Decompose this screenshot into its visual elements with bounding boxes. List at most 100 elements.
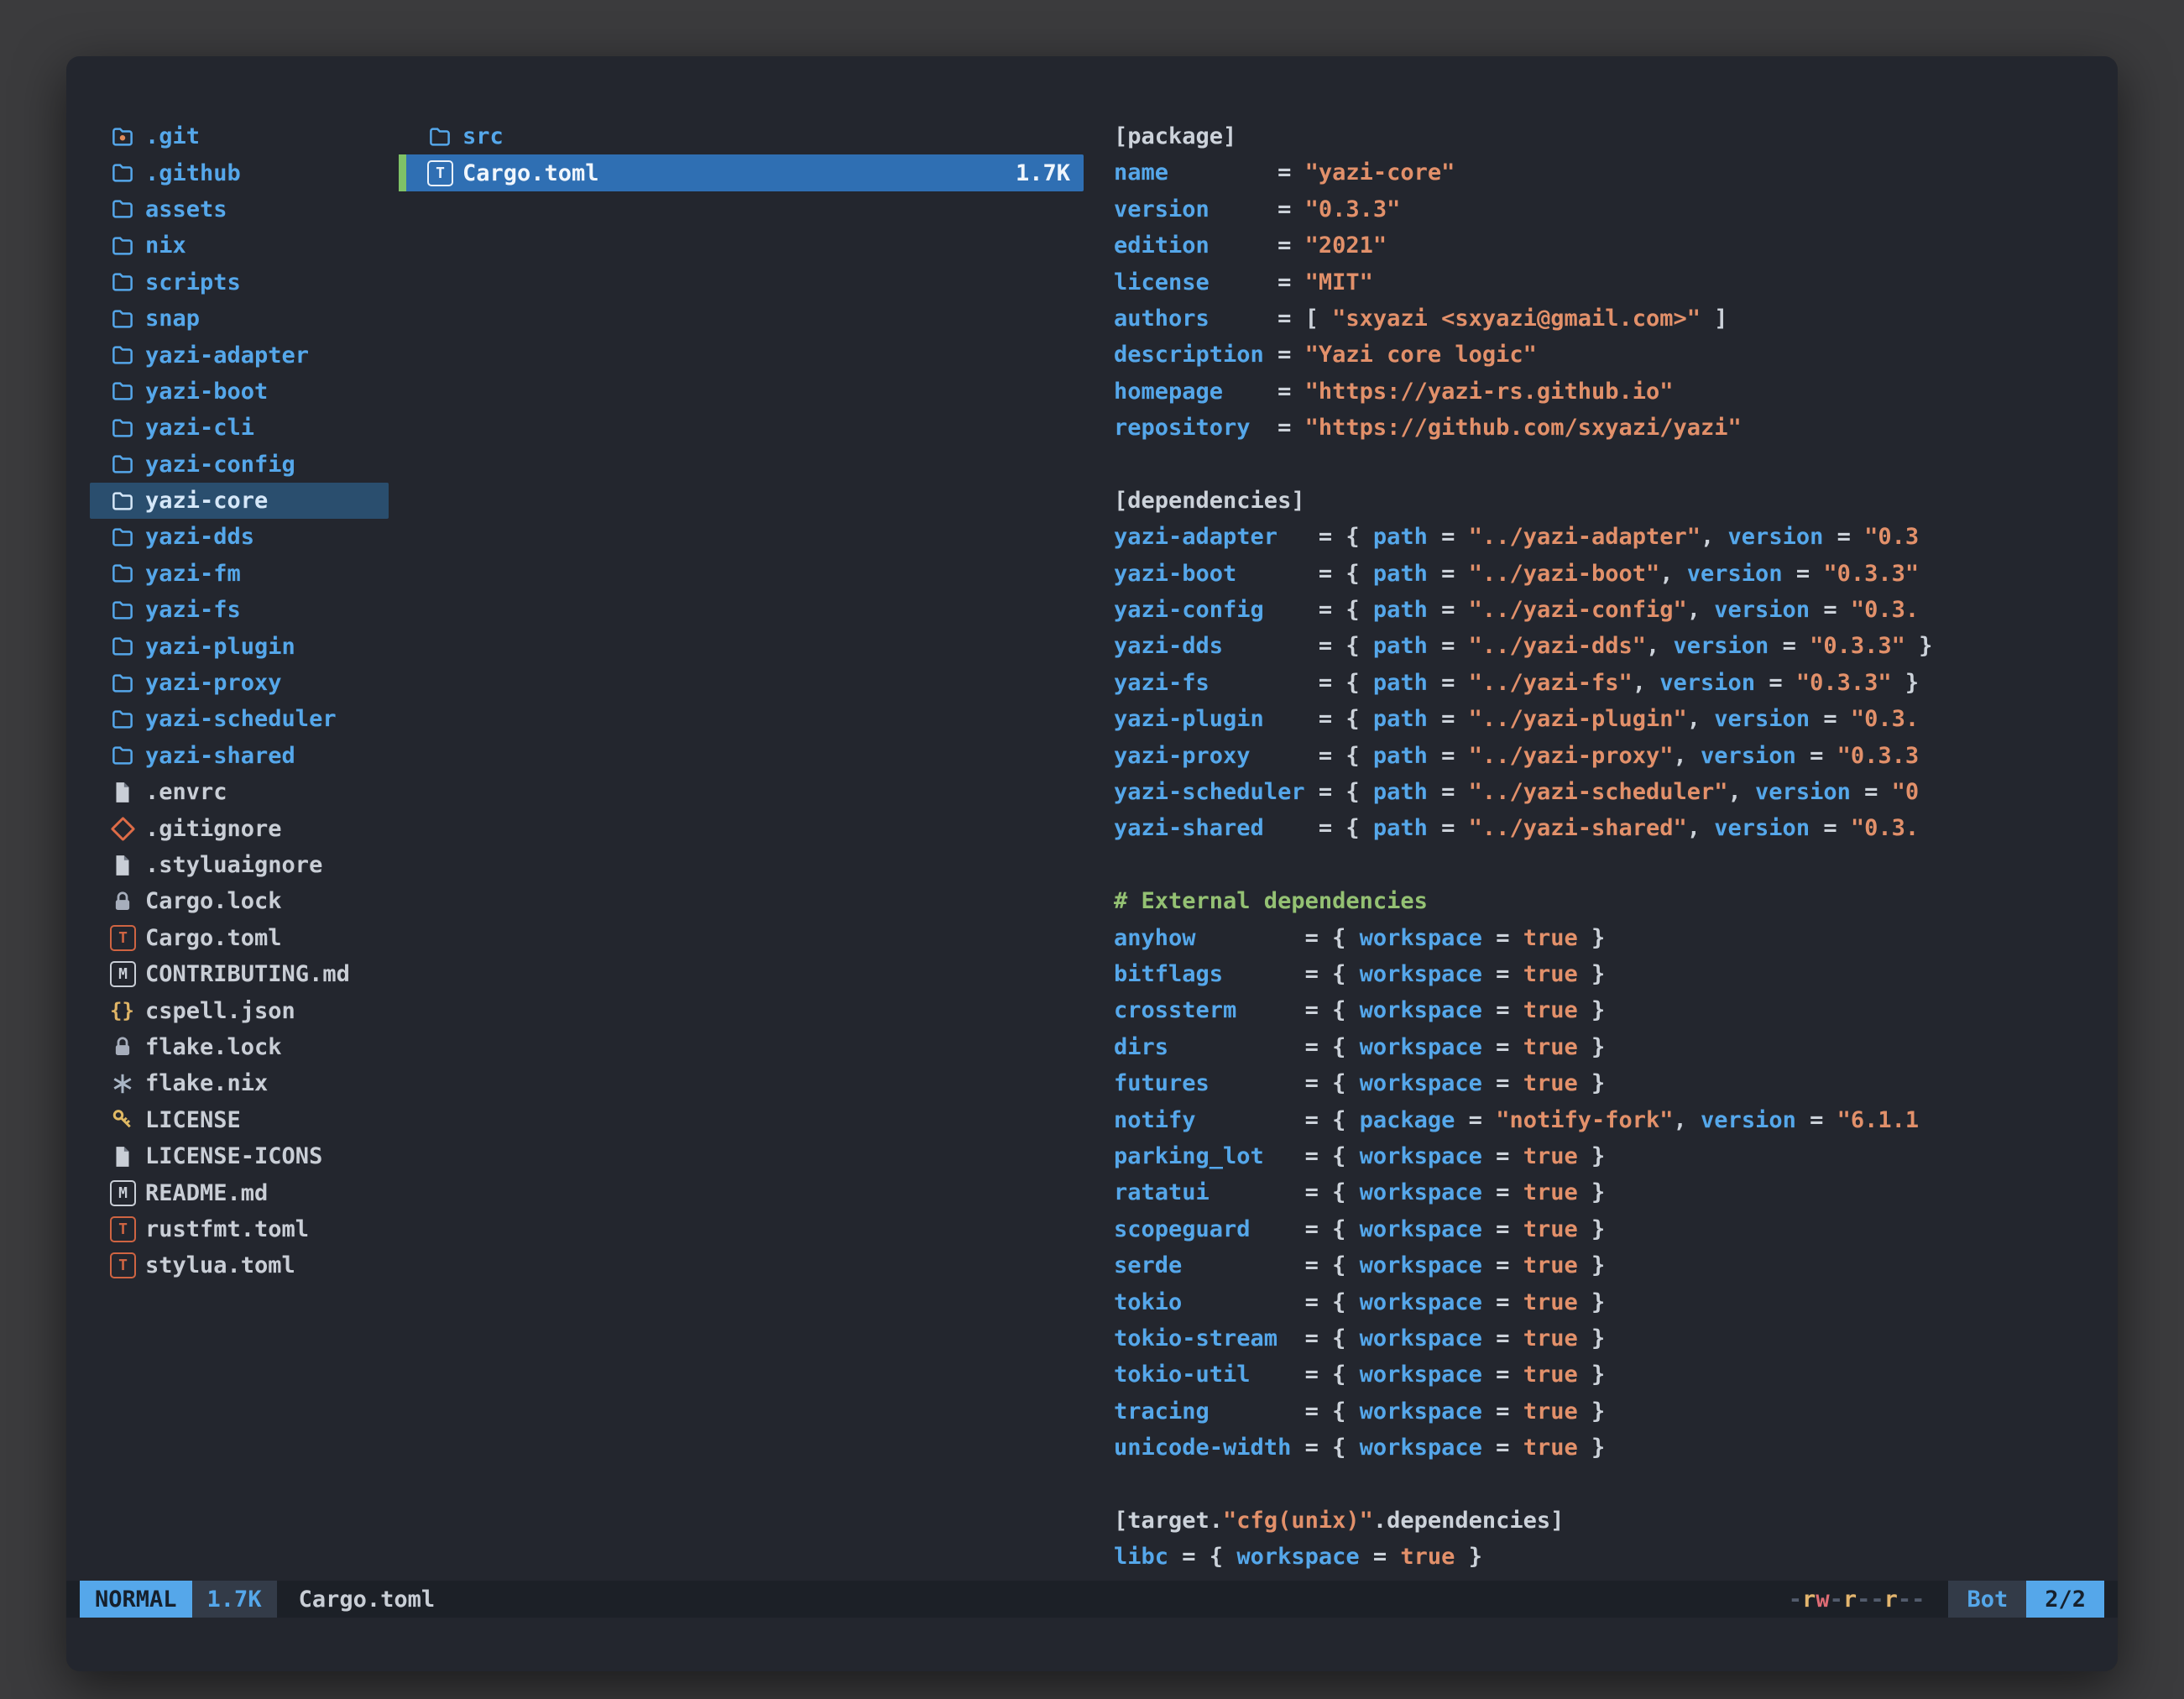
file-name: Cargo.toml xyxy=(145,925,282,951)
parent-item-yazi-core[interactable]: yazi-core xyxy=(90,483,389,519)
parent-item-yazi-fm[interactable]: yazi-fm xyxy=(90,556,389,592)
preview-line: futures = { workspace = true } xyxy=(1114,1065,2096,1101)
preview-line: yazi-boot = { path = "../yazi-boot", ver… xyxy=(1114,556,2096,592)
preview-line: yazi-config = { path = "../yazi-config",… xyxy=(1114,592,2096,628)
parent-item-yazi-adapter[interactable]: yazi-adapter xyxy=(90,337,389,373)
file-name: LICENSE xyxy=(145,1107,241,1133)
file-name: snap xyxy=(145,306,200,332)
parent-item-rustfmt.toml[interactable]: Trustfmt.toml xyxy=(90,1211,389,1247)
markdown-icon: M xyxy=(110,1180,145,1206)
preview-line: tokio-util = { workspace = true } xyxy=(1114,1357,2096,1393)
file-name: yazi-boot xyxy=(145,379,268,405)
file-name: yazi-plugin xyxy=(145,634,295,660)
folder-icon xyxy=(427,124,462,149)
yazi-terminal-window: .git.github assets nix scripts snap yazi-adap… xyxy=(66,56,2118,1671)
parent-item-.git[interactable]: .git xyxy=(90,118,389,154)
file-name: assets xyxy=(145,196,227,222)
preview-line xyxy=(1114,447,2096,483)
toml-icon: T xyxy=(110,1216,145,1242)
preview-line: notify = { package = "notify-fork", vers… xyxy=(1114,1102,2096,1138)
file-name: LICENSE-ICONS xyxy=(145,1143,322,1169)
folder-icon xyxy=(110,561,145,586)
file-name: .envrc xyxy=(145,779,227,805)
parent-item-Cargo.toml[interactable]: TCargo.toml xyxy=(90,920,389,956)
preview-line: authors = [ "sxyazi <sxyazi@gmail.com>" … xyxy=(1114,301,2096,337)
file-name: yazi-dds xyxy=(145,524,254,550)
preview-line: dirs = { workspace = true } xyxy=(1114,1029,2096,1065)
status-bar: NORMAL 1.7K Cargo.toml -rw-r--r-- Bot 2/… xyxy=(66,1581,2118,1618)
preview-line: [dependencies] xyxy=(1114,483,2096,519)
preview-line: license = "MIT" xyxy=(1114,264,2096,301)
preview-line: edition = "2021" xyxy=(1114,227,2096,264)
parent-item-yazi-cli[interactable]: yazi-cli xyxy=(90,410,389,446)
file-name: flake.lock xyxy=(145,1034,282,1060)
parent-item-scripts[interactable]: scripts xyxy=(90,264,389,301)
parent-item-cspell.json[interactable]: {}cspell.json xyxy=(90,992,389,1028)
file-name: yazi-core xyxy=(145,488,268,514)
hover-marker xyxy=(399,154,406,191)
folder-icon xyxy=(110,269,145,295)
file-name: flake.nix xyxy=(145,1070,268,1096)
toml-icon: T xyxy=(110,1252,145,1278)
parent-item-stylua.toml[interactable]: Tstylua.toml xyxy=(90,1247,389,1283)
current-item-Cargo.toml[interactable]: TCargo.toml1.7K xyxy=(399,154,1084,191)
parent-item-nix[interactable]: nix xyxy=(90,227,389,264)
markdown-icon: M xyxy=(110,961,145,987)
parent-item-README.md[interactable]: MREADME.md xyxy=(90,1174,389,1210)
parent-item-yazi-scheduler[interactable]: yazi-scheduler xyxy=(90,701,389,737)
folder-icon xyxy=(110,416,145,441)
file-name: yazi-scheduler xyxy=(145,706,337,732)
parent-item-flake.nix[interactable]: flake.nix xyxy=(90,1065,389,1101)
parent-item-yazi-config[interactable]: yazi-config xyxy=(90,447,389,483)
folder-icon xyxy=(110,671,145,696)
parent-item-yazi-dds[interactable]: yazi-dds xyxy=(90,519,389,555)
preview-line xyxy=(1114,1466,2096,1502)
parent-item-yazi-fs[interactable]: yazi-fs xyxy=(90,592,389,628)
parent-item-yazi-plugin[interactable]: yazi-plugin xyxy=(90,628,389,664)
file-name: yazi-fm xyxy=(145,561,241,587)
folder-icon xyxy=(110,233,145,259)
preview-line: yazi-scheduler = { path = "../yazi-sched… xyxy=(1114,774,2096,810)
folder-icon xyxy=(110,634,145,659)
parent-item-snap[interactable]: snap xyxy=(90,301,389,337)
file-name: yazi-adapter xyxy=(145,342,309,369)
preview-line: tokio = { workspace = true } xyxy=(1114,1284,2096,1320)
folder-icon xyxy=(110,452,145,477)
parent-item-.styluaignore[interactable]: .styluaignore xyxy=(90,847,389,883)
parent-item-assets[interactable]: assets xyxy=(90,191,389,227)
file-name: Cargo.lock xyxy=(145,888,282,914)
preview-line: crossterm = { workspace = true } xyxy=(1114,992,2096,1028)
preview-line: yazi-plugin = { path = "../yazi-plugin",… xyxy=(1114,701,2096,737)
file-name: yazi-fs xyxy=(145,597,241,623)
folder-icon xyxy=(110,707,145,732)
file-size-badge: 1.7K xyxy=(192,1581,277,1618)
parent-item-yazi-shared[interactable]: yazi-shared xyxy=(90,738,389,774)
parent-item-yazi-boot[interactable]: yazi-boot xyxy=(90,374,389,410)
file-name: README.md xyxy=(145,1180,268,1206)
preview-line: yazi-proxy = { path = "../yazi-proxy", v… xyxy=(1114,738,2096,774)
parent-item-.github[interactable]: .github xyxy=(90,154,389,191)
parent-directory-pane: .git.github assets nix scripts snap yazi-adap… xyxy=(90,118,389,1581)
parent-item-flake.lock[interactable]: flake.lock xyxy=(90,1029,389,1065)
parent-item-CONTRIBUTING.md[interactable]: MCONTRIBUTING.md xyxy=(90,956,389,992)
parent-item-.envrc[interactable]: .envrc xyxy=(90,774,389,810)
parent-item-LICENSE[interactable]: LICENSE xyxy=(90,1102,389,1138)
file-name: nix xyxy=(145,233,186,259)
parent-item-Cargo.lock[interactable]: Cargo.lock xyxy=(90,883,389,919)
current-item-src[interactable]: src xyxy=(399,118,1084,154)
parent-item-LICENSE-ICONS[interactable]: LICENSE-ICONS xyxy=(90,1138,389,1174)
file-name: .styluaignore xyxy=(145,852,322,878)
parent-item-yazi-proxy[interactable]: yazi-proxy xyxy=(90,665,389,701)
file-name: scripts xyxy=(145,269,241,295)
file-name: cspell.json xyxy=(145,998,295,1024)
cursor-page-badge: 2/2 xyxy=(2026,1581,2104,1618)
file-name: src xyxy=(462,123,504,149)
preview-line: [target."cfg(unix)".dependencies] xyxy=(1114,1503,2096,1539)
mode-indicator: NORMAL xyxy=(80,1581,192,1618)
status-filename: Cargo.toml xyxy=(299,1587,436,1613)
preview-line: yazi-fs = { path = "../yazi-fs", version… xyxy=(1114,665,2096,701)
parent-item-.gitignore[interactable]: .gitignore xyxy=(90,810,389,846)
preview-line: bitflags = { workspace = true } xyxy=(1114,956,2096,992)
file-preview-pane: [package]name = "yazi-core"version = "0.… xyxy=(1094,118,2096,1581)
lock-icon xyxy=(110,1034,145,1059)
